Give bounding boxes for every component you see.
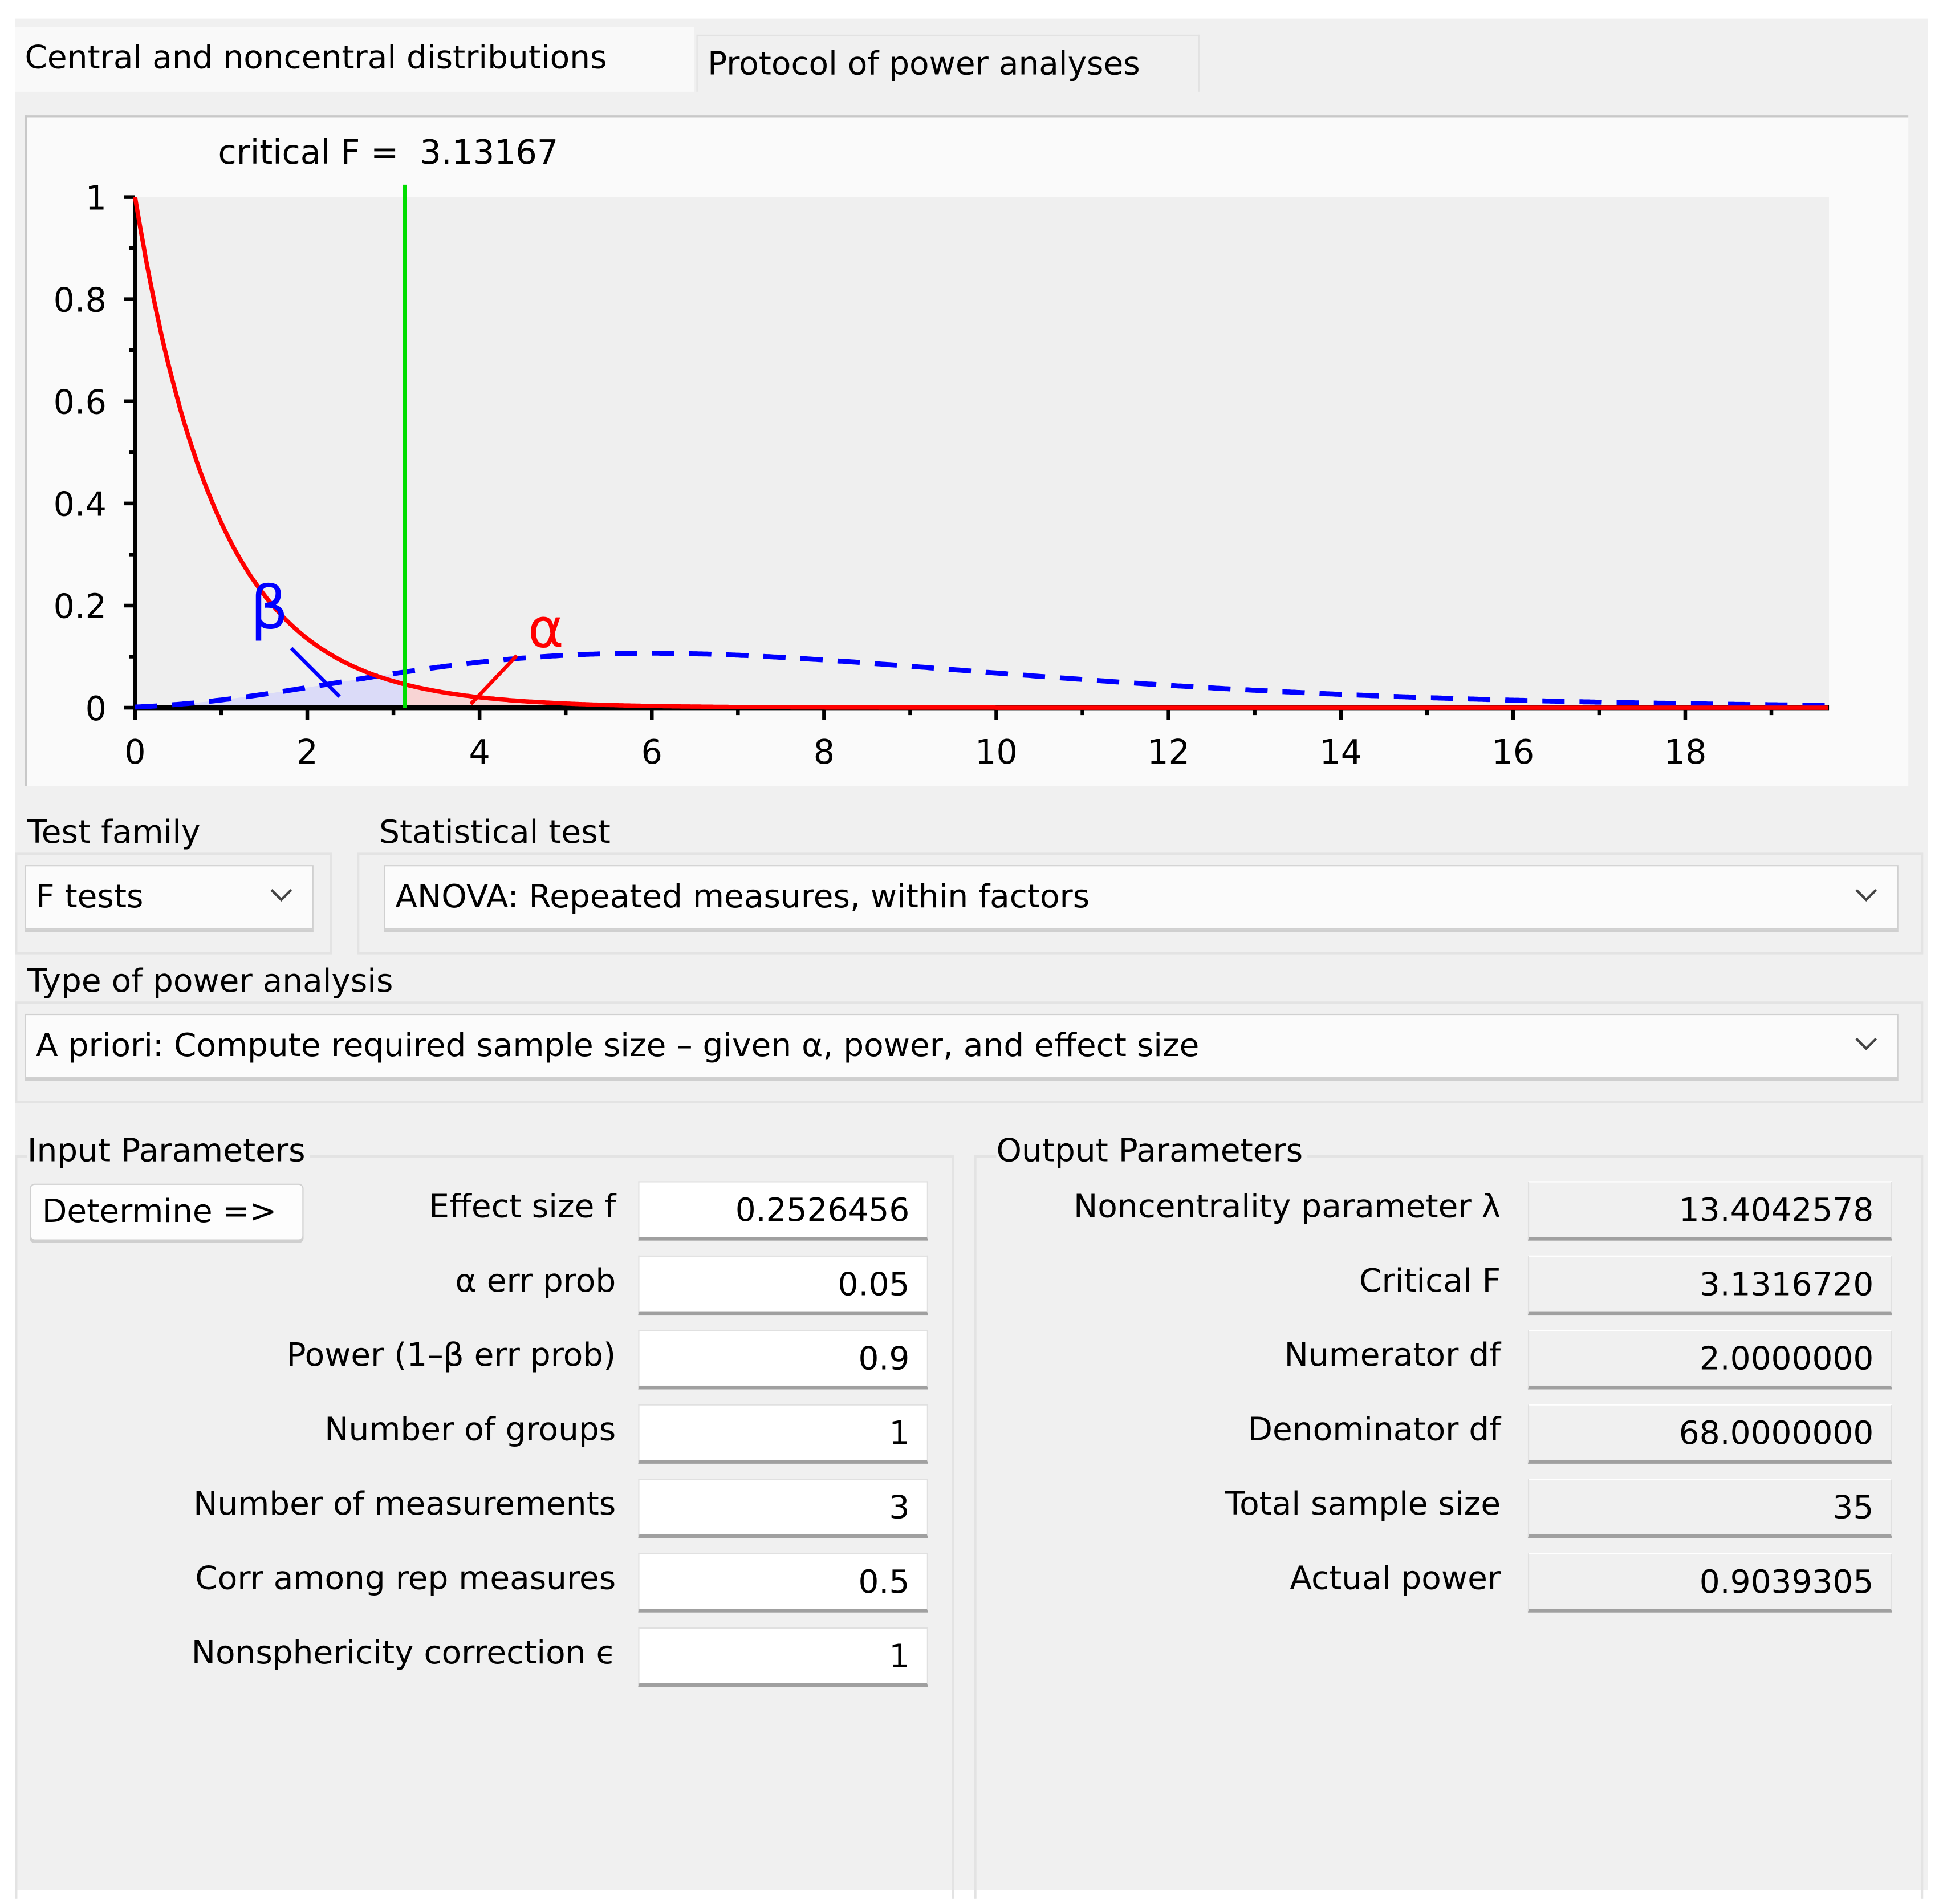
chevron-down-icon [1855, 1037, 1877, 1050]
x-tick-label: 8 [814, 733, 835, 772]
input-parameters-label: Input Parameters [27, 1132, 311, 1170]
input-label: Effect size f [429, 1188, 616, 1226]
test-family-dropdown[interactable]: F tests [25, 865, 314, 930]
y-tick-label: 0.6 [54, 383, 107, 422]
output-field: 2.0000000 [1527, 1330, 1892, 1390]
x-tick-label: 16 [1492, 733, 1535, 772]
gpower-window: Central and noncentral distributions Pro… [0, 0, 1943, 1903]
y-tick-label: 0 [86, 689, 107, 728]
output-field: 35 [1527, 1478, 1892, 1538]
distribution-chart: 0 2 4 6 8 10 12 14 16 18 0 0.2 0.4 0.6 0.8 1 critical F… [25, 115, 1909, 786]
input-label: Corr among rep measures [195, 1560, 616, 1598]
output-label: Noncentrality parameter λ [1074, 1188, 1501, 1226]
y-tick-label: 0.4 [54, 485, 107, 524]
input-field[interactable]: 0.05 [638, 1255, 928, 1316]
x-tick-label: 6 [641, 733, 662, 772]
output-field: 3.1316720 [1527, 1255, 1892, 1316]
output-label: Numerator df [1284, 1337, 1501, 1375]
alpha-annotation: α [528, 596, 564, 660]
input-label: Nonsphericity correction ϵ [191, 1634, 616, 1672]
y-tick-label: 1 [86, 178, 107, 217]
input-field[interactable]: 0.2526456 [638, 1181, 928, 1241]
x-tick-label: 2 [296, 733, 318, 772]
output-label: Denominator df [1247, 1411, 1501, 1449]
statistical-test-value: ANOVA: Repeated measures, within factors [395, 879, 1090, 916]
input-field[interactable]: 1 [638, 1404, 928, 1464]
x-tick-label: 18 [1664, 733, 1707, 772]
statistical-test-label: Statistical test [379, 814, 616, 852]
input-field[interactable]: 0.9 [638, 1330, 928, 1390]
output-field: 13.4042578 [1527, 1181, 1892, 1241]
output-label: Actual power [1290, 1560, 1501, 1598]
input-label: α err prob [455, 1262, 616, 1301]
beta-annotation: β [250, 573, 288, 643]
chevron-down-icon [270, 889, 292, 902]
test-family-label: Test family [27, 814, 206, 852]
chevron-down-icon [1855, 889, 1877, 902]
output-field: 0.9039305 [1527, 1553, 1892, 1613]
input-field[interactable]: 0.5 [638, 1553, 928, 1613]
statistical-test-dropdown[interactable]: ANOVA: Repeated measures, within factors [384, 865, 1899, 930]
power-analysis-value: A priori: Compute required sample size –… [36, 1027, 1200, 1065]
input-label: Number of measurements [193, 1486, 616, 1524]
output-field: 68.0000000 [1527, 1404, 1892, 1464]
distribution-plot-svg: 0 2 4 6 8 10 12 14 16 18 0 0.2 0.4 0.6 0.8 1 critical F… [54, 133, 1830, 772]
input-field[interactable]: 3 [638, 1478, 928, 1538]
input-label: Power (1–β err prob) [286, 1337, 616, 1375]
input-label: Number of groups [324, 1411, 616, 1449]
power-analysis-label: Type of power analysis [27, 963, 399, 1001]
output-label: Critical F [1359, 1262, 1501, 1301]
y-tick-label: 0.2 [54, 587, 107, 626]
x-tick-label: 14 [1319, 733, 1362, 772]
x-tick-label: 12 [1147, 733, 1190, 772]
x-tick-label: 10 [975, 733, 1018, 772]
input-field[interactable]: 1 [638, 1627, 928, 1687]
power-analysis-dropdown[interactable]: A priori: Compute required sample size –… [25, 1013, 1899, 1078]
y-tick-label: 0.8 [54, 281, 107, 319]
x-tick-label: 4 [469, 733, 490, 772]
critical-f-label: critical F = 3.13167 [218, 133, 559, 172]
plot-area [135, 197, 1830, 708]
test-family-value: F tests [36, 879, 144, 916]
output-label: Total sample size [1225, 1486, 1501, 1524]
x-tick-label: 0 [124, 733, 145, 772]
output-parameters-label: Output Parameters [996, 1132, 1308, 1170]
